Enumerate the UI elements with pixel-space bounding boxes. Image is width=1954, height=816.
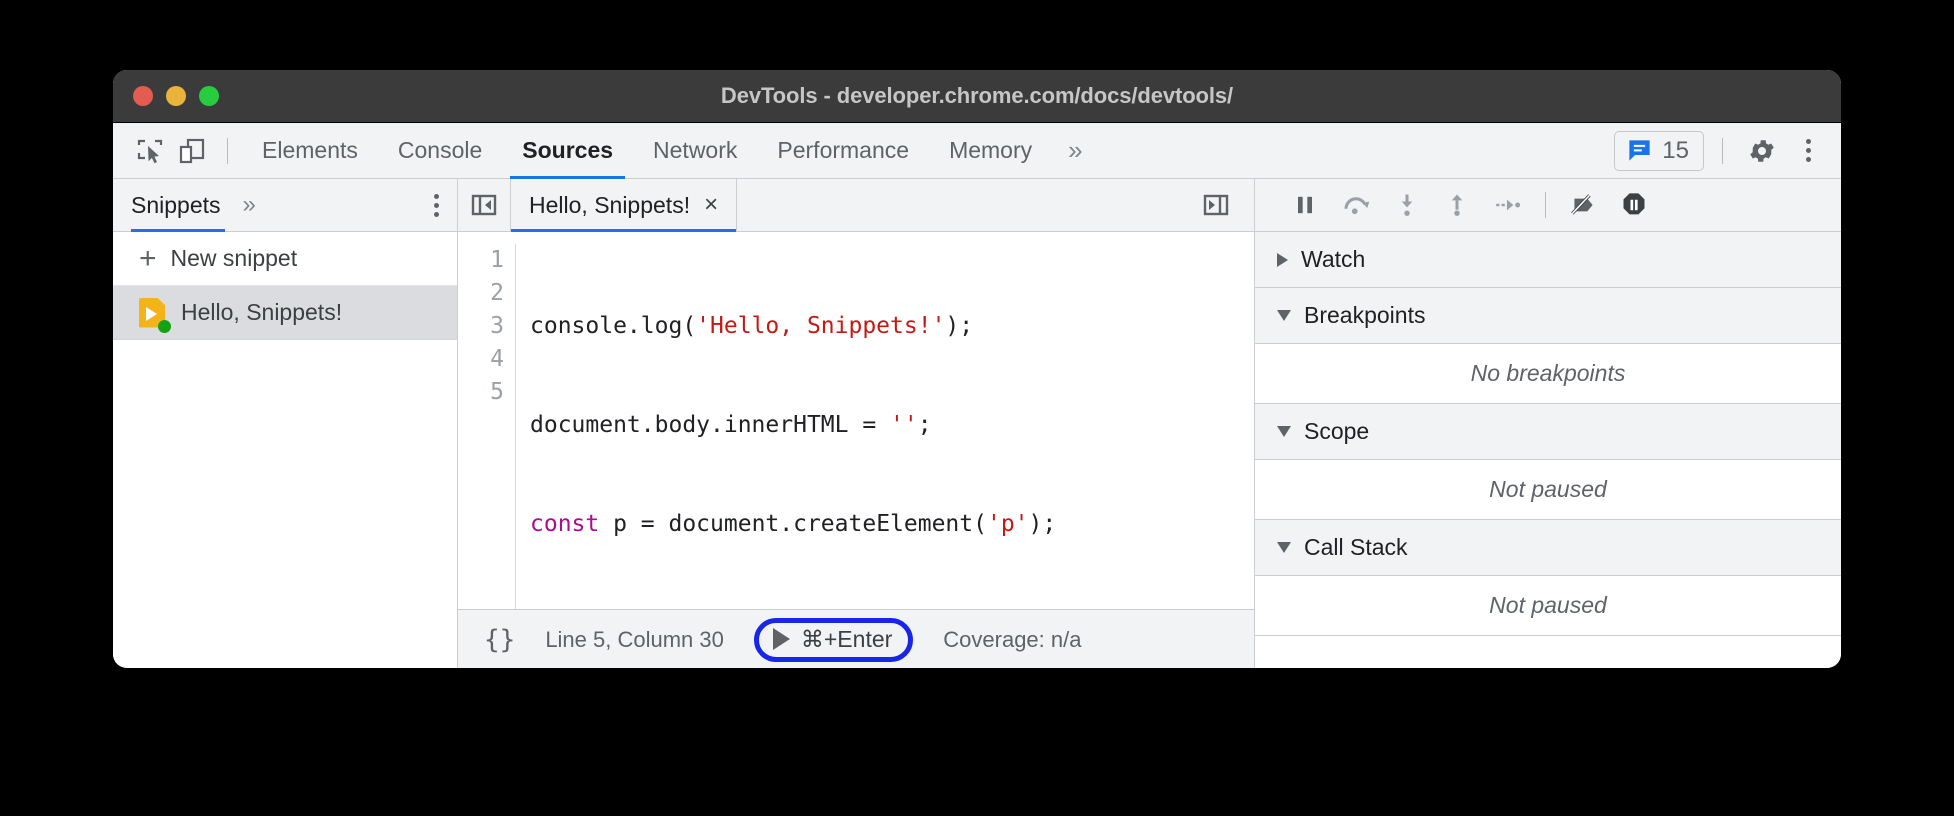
deactivate-breakpoints-icon[interactable] bbox=[1568, 191, 1598, 219]
navigator-tabbar: Snippets » bbox=[113, 179, 457, 232]
section-label: Call Stack bbox=[1304, 534, 1408, 561]
run-snippet-icon bbox=[773, 628, 790, 650]
tab-console[interactable]: Console bbox=[378, 123, 502, 179]
devtools-window: DevTools - developer.chrome.com/docs/dev… bbox=[113, 70, 1841, 668]
issues-count: 15 bbox=[1662, 137, 1689, 165]
section-label: Scope bbox=[1304, 418, 1369, 445]
pause-on-exceptions-icon[interactable] bbox=[1620, 191, 1648, 219]
debugger-divider bbox=[1545, 192, 1546, 218]
section-header-call-stack[interactable]: Call Stack bbox=[1255, 520, 1841, 576]
code-line: const p = document.createElement('p'); bbox=[530, 508, 1254, 541]
code-token: console.log( bbox=[530, 313, 696, 339]
editor-tab-hello-snippets[interactable]: Hello, Snippets! × bbox=[510, 179, 737, 232]
call-stack-empty-message: Not paused bbox=[1255, 576, 1841, 636]
editor-tabbar-right bbox=[1190, 190, 1254, 220]
cursor-position-label: Line 5, Column 30 bbox=[545, 627, 724, 653]
tab-network[interactable]: Network bbox=[633, 123, 757, 179]
line-number: 5 bbox=[458, 376, 504, 409]
main-toolbar: Elements Console Sources Network Perform… bbox=[113, 123, 1841, 179]
step-over-icon[interactable] bbox=[1341, 190, 1371, 220]
code-token: document.body.innerHTML = bbox=[530, 412, 890, 438]
scope-empty-message: Not paused bbox=[1255, 460, 1841, 520]
code-line: document.body.innerHTML = ''; bbox=[530, 409, 1254, 442]
tab-elements[interactable]: Elements bbox=[242, 123, 378, 179]
step-into-icon[interactable] bbox=[1393, 191, 1421, 219]
debugger-pane: Watch Breakpoints No breakpoints Scope N… bbox=[1254, 179, 1841, 668]
line-number: 2 bbox=[458, 277, 504, 310]
snippet-file-icon bbox=[139, 298, 165, 328]
toolbar-divider bbox=[227, 138, 228, 164]
chevron-down-icon bbox=[1277, 310, 1291, 321]
editor-status-bar: {} Line 5, Column 30 ⌘+Enter Coverage: n… bbox=[458, 609, 1254, 668]
section-header-scope[interactable]: Scope bbox=[1255, 404, 1841, 460]
chevron-right-icon bbox=[1277, 253, 1288, 267]
section-header-breakpoints[interactable]: Breakpoints bbox=[1255, 288, 1841, 344]
close-icon[interactable]: × bbox=[704, 193, 718, 217]
step-out-icon[interactable] bbox=[1443, 191, 1471, 219]
code-token: '' bbox=[890, 412, 918, 438]
panel-body: Snippets » + New snippet Hello, Snippets… bbox=[113, 179, 1841, 668]
run-snippet-button[interactable]: ⌘+Enter bbox=[754, 618, 913, 662]
section-label: Breakpoints bbox=[1304, 302, 1425, 329]
navigator-more-tabs-icon[interactable]: » bbox=[243, 191, 253, 219]
navigator-pane: Snippets » + New snippet Hello, Snippets… bbox=[113, 179, 458, 668]
list-item[interactable]: Hello, Snippets! bbox=[113, 286, 457, 340]
editor-pane: Hello, Snippets! × bbox=[458, 179, 1254, 668]
section-header-watch[interactable]: Watch bbox=[1255, 232, 1841, 288]
issues-badge[interactable]: 15 bbox=[1614, 131, 1704, 171]
issues-message-icon bbox=[1626, 137, 1653, 164]
navigator-more-options-icon[interactable] bbox=[434, 194, 439, 217]
run-shortcut-label: ⌘+Enter bbox=[801, 626, 892, 653]
tab-memory[interactable]: Memory bbox=[929, 123, 1052, 179]
line-number: 4 bbox=[458, 343, 504, 376]
section-label: Watch bbox=[1301, 246, 1365, 273]
toolbar-divider-2 bbox=[1722, 138, 1723, 164]
gear-icon[interactable] bbox=[1741, 130, 1783, 172]
kebab-menu-icon[interactable] bbox=[1787, 130, 1829, 172]
panel-tabs: Elements Console Sources Network Perform… bbox=[242, 123, 1096, 179]
screenshot-root: DevTools - developer.chrome.com/docs/dev… bbox=[0, 0, 1954, 816]
modified-dot-icon bbox=[158, 320, 171, 333]
code-token: ); bbox=[1029, 511, 1057, 537]
snippet-item-label: Hello, Snippets! bbox=[181, 299, 342, 326]
line-number: 3 bbox=[458, 310, 504, 343]
coverage-label: Coverage: n/a bbox=[943, 627, 1081, 653]
editor-tabbar: Hello, Snippets! × bbox=[458, 179, 1254, 232]
chevron-down-icon bbox=[1277, 426, 1291, 437]
breakpoints-empty-message: No breakpoints bbox=[1255, 344, 1841, 404]
code-token: 'Hello, Snippets!' bbox=[696, 313, 945, 339]
chevron-down-icon bbox=[1277, 542, 1291, 553]
editor-tab-label: Hello, Snippets! bbox=[529, 192, 690, 219]
tab-performance[interactable]: Performance bbox=[757, 123, 929, 179]
code-token: ); bbox=[945, 313, 973, 339]
title-bar: DevTools - developer.chrome.com/docs/dev… bbox=[113, 70, 1841, 123]
new-snippet-button[interactable]: + New snippet bbox=[113, 232, 457, 286]
window-title: DevTools - developer.chrome.com/docs/dev… bbox=[113, 83, 1841, 109]
line-number: 1 bbox=[458, 244, 504, 277]
code-editor[interactable]: 1 2 3 4 5 console.log('Hello, Snippets!'… bbox=[458, 232, 1254, 609]
code-token: p = document.createElement( bbox=[599, 511, 987, 537]
format-code-button[interactable]: {} bbox=[484, 625, 515, 655]
resume-pause-icon[interactable] bbox=[1291, 191, 1319, 219]
device-toolbar-icon[interactable] bbox=[171, 130, 213, 172]
hide-navigator-icon[interactable] bbox=[458, 190, 510, 220]
more-tabs-icon[interactable]: » bbox=[1052, 123, 1095, 179]
code-token: ; bbox=[918, 412, 932, 438]
tab-sources[interactable]: Sources bbox=[502, 123, 633, 179]
show-debugger-icon[interactable] bbox=[1190, 190, 1242, 220]
debugger-toolbar bbox=[1255, 179, 1841, 232]
new-snippet-label: New snippet bbox=[171, 245, 298, 272]
navigator-tab-snippets[interactable]: Snippets bbox=[131, 179, 225, 232]
step-icon[interactable] bbox=[1493, 191, 1523, 219]
code-lines[interactable]: console.log('Hello, Snippets!'); documen… bbox=[516, 244, 1254, 609]
code-line: console.log('Hello, Snippets!'); bbox=[530, 310, 1254, 343]
line-number-gutter: 1 2 3 4 5 bbox=[458, 244, 516, 609]
code-token: 'p' bbox=[987, 511, 1029, 537]
inspect-element-icon[interactable] bbox=[129, 130, 171, 172]
code-token: const bbox=[530, 511, 599, 537]
plus-icon: + bbox=[139, 244, 157, 274]
toolbar-right-group: 15 bbox=[1614, 130, 1829, 172]
